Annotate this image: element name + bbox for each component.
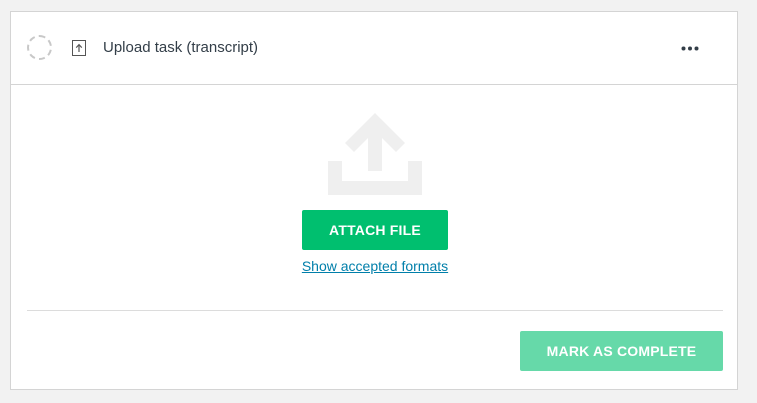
task-title: Upload task (transcript) <box>103 39 259 56</box>
show-accepted-formats-link[interactable]: Show accepted formats <box>241 256 509 276</box>
attach-file-button[interactable]: ATTACH FILE <box>302 210 448 250</box>
upload-file-icon <box>72 40 86 56</box>
footer-divider <box>27 310 723 311</box>
task-status-checkbox[interactable] <box>27 35 52 60</box>
more-horizontal-icon <box>681 38 699 56</box>
mark-as-complete-button[interactable]: MARK AS COMPLETE <box>520 331 723 371</box>
task-header: Upload task (transcript) <box>11 12 737 85</box>
upload-arrow-icon <box>327 99 423 195</box>
upload-task-card: Upload task (transcript) ATTACH FILE Sho… <box>10 11 738 390</box>
upload-area: ATTACH FILE Show accepted formats MARK A… <box>11 85 737 389</box>
task-menu-button[interactable] <box>677 34 703 60</box>
